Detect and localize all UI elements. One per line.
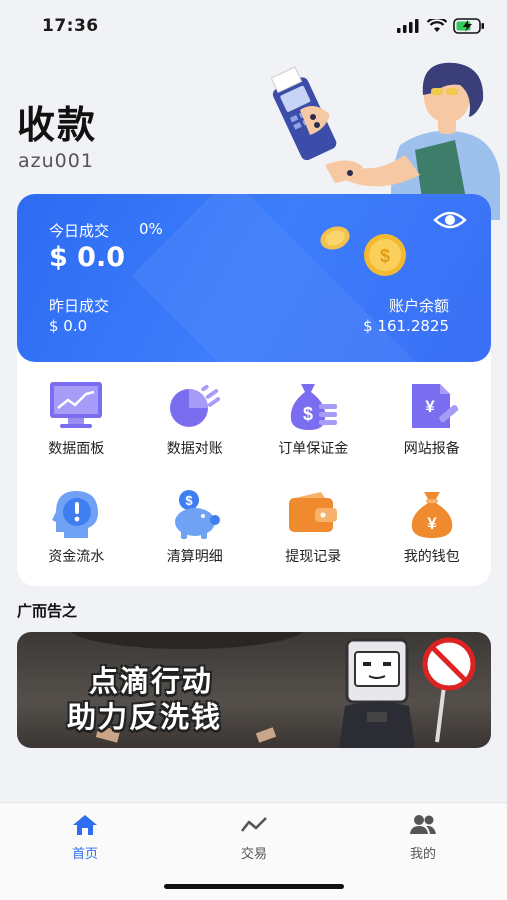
- menu-label: 清算明细: [166, 549, 223, 565]
- svg-text:¥: ¥: [427, 514, 437, 533]
- today-volume-percent: 0%: [139, 220, 163, 238]
- tab-label: 我的: [409, 847, 436, 862]
- pie-chart-icon: [169, 384, 220, 427]
- username: azu001: [18, 150, 94, 172]
- today-volume-amount: $ 0.0: [49, 242, 126, 273]
- menu-label: 我的钱包: [403, 549, 460, 565]
- tab-home[interactable]: 首页: [45, 813, 125, 862]
- menu-item-website-filing[interactable]: ¥ 网站报备: [373, 380, 492, 458]
- menu-label: 网站报备: [403, 441, 460, 457]
- signal-icon: [397, 19, 419, 33]
- page-title: 收款: [17, 103, 98, 147]
- menu-item-fund-flow[interactable]: 资金流水: [17, 488, 136, 566]
- eye-icon[interactable]: [433, 208, 467, 232]
- trend-icon: [240, 817, 267, 832]
- home-icon: [73, 815, 97, 835]
- menu-grid: 数据面板 数据对账 $ 订单保证金 ¥ 网站报备 资金流水 $ 清算明细 提现记…: [17, 380, 491, 566]
- piggy-bank-icon: $: [174, 490, 220, 539]
- svg-text:¥: ¥: [425, 397, 435, 416]
- wallet-icon: [289, 492, 338, 532]
- menu-item-order-deposit[interactable]: $ 订单保证金: [254, 380, 373, 458]
- card-decoration: [131, 194, 443, 362]
- battery-charging-icon: [453, 18, 484, 34]
- menu-label: 资金流水: [48, 549, 105, 565]
- ad-banner-subheadline: 助力反洗钱: [67, 700, 223, 734]
- menu-item-data-reconciliation[interactable]: 数据对账: [136, 380, 255, 458]
- svg-text:$: $: [380, 246, 390, 266]
- tab-label: 首页: [71, 847, 98, 862]
- svg-text:$: $: [303, 404, 313, 424]
- wifi-icon: [427, 19, 447, 32]
- home-indicator: [164, 884, 344, 889]
- menu-item-my-wallet[interactable]: ¥ 我的钱包: [373, 488, 492, 566]
- account-balance-label: 账户余额: [388, 297, 449, 315]
- money-bag-icon: $: [291, 384, 338, 430]
- status-time: 17:36: [42, 16, 99, 36]
- menu-label: 数据对账: [166, 441, 223, 457]
- monitor-chart-icon: [50, 382, 103, 428]
- menu-panel: 数据面板 数据对账 $ 订单保证金 ¥ 网站报备 资金流水 $ 清算明细 提现记…: [17, 340, 491, 586]
- menu-label: 提现记录: [285, 549, 342, 565]
- svg-text:$: $: [185, 493, 193, 508]
- tab-mine[interactable]: 我的: [383, 813, 463, 862]
- tab-label: 交易: [240, 847, 267, 862]
- yesterday-volume-label: 昨日成交: [49, 297, 110, 315]
- today-volume-label: 今日成交: [49, 222, 110, 240]
- menu-item-withdrawal-records[interactable]: 提现记录: [254, 488, 373, 566]
- coins-icon: $: [320, 226, 406, 276]
- yen-bag-icon: ¥: [411, 492, 452, 538]
- menu-label: 数据面板: [48, 441, 105, 457]
- ads-section-title: 广而告之: [17, 602, 78, 620]
- status-bar: 17:36: [0, 0, 507, 50]
- yesterday-volume-amount: $ 0.0: [49, 317, 88, 335]
- ad-banner[interactable]: 点滴行动 助力反洗钱: [17, 632, 491, 748]
- menu-item-settlement-details[interactable]: $ 清算明细: [136, 488, 255, 566]
- head-alert-icon: [52, 491, 99, 538]
- tab-trade[interactable]: 交易: [214, 813, 294, 862]
- menu-label: 订单保证金: [278, 441, 349, 457]
- summary-card: 今日成交 0% $ 0.0 昨日成交 $ 0.0 账户余额 $ 161.2825…: [17, 194, 491, 362]
- document-yen-icon: ¥: [411, 384, 458, 428]
- account-balance-amount: $ 161.2825: [363, 317, 449, 335]
- status-icons: [397, 18, 485, 34]
- users-icon: [410, 815, 436, 834]
- menu-item-data-dashboard[interactable]: 数据面板: [17, 380, 136, 458]
- anti-money-laundering-mascot: [339, 637, 476, 748]
